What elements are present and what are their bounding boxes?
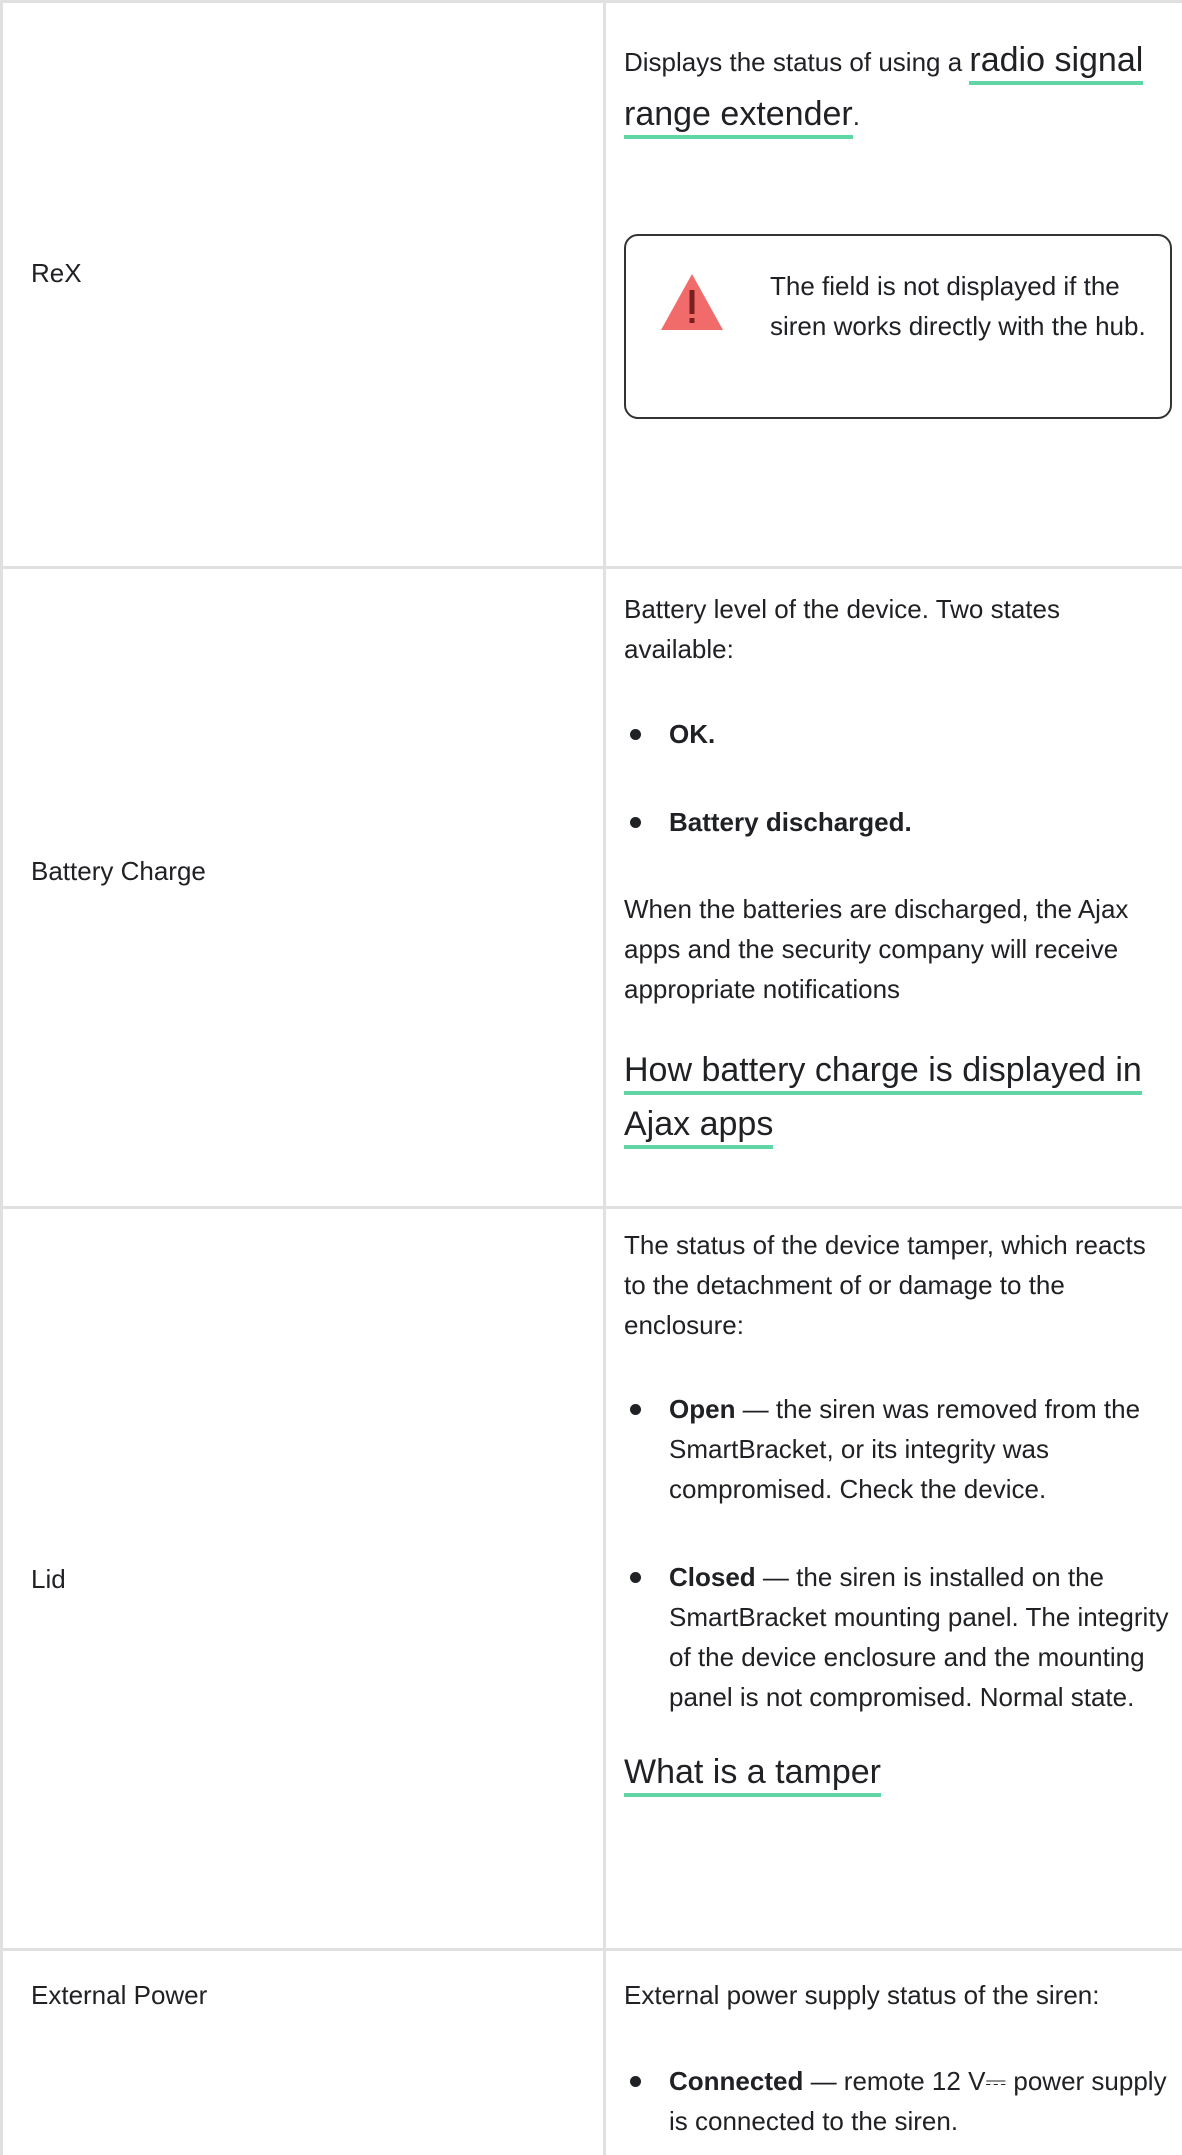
rex-desc-suffix: . xyxy=(852,101,860,131)
list-item: Connected — remote 12 V⎓ power supply is… xyxy=(624,2061,1169,2141)
lid-states-list: Open — the siren was removed from the Sm… xyxy=(624,1389,1169,1717)
list-item: Battery discharged. xyxy=(624,802,1169,842)
battery-note: When the batteries are discharged, the A… xyxy=(624,894,1129,1004)
warning-triangle-icon xyxy=(661,274,723,330)
lid-heading-link-wrap: What is a tamper xyxy=(624,1745,1169,1799)
row-label-rex: ReX xyxy=(31,258,82,288)
row-desc-battery-charge: Battery level of the device. Two states … xyxy=(624,589,1169,1151)
table-row: Lid The status of the device tamper, whi… xyxy=(0,1209,1182,1951)
row-label-battery-charge: Battery Charge xyxy=(31,856,206,886)
rex-desc-prefix: Displays the status of using a xyxy=(624,47,970,77)
warning-callout: The field is not displayed if the siren … xyxy=(624,234,1172,419)
list-item: OK. xyxy=(624,714,1169,754)
lid-intro: The status of the device tamper, which r… xyxy=(624,1230,1146,1340)
battery-states-list: OK. Battery discharged. xyxy=(624,714,1169,842)
row-desc-lid: The status of the device tamper, which r… xyxy=(624,1225,1169,1799)
power-states-list: Connected — remote 12 V⎓ power supply is… xyxy=(624,2061,1169,2141)
tamper-link[interactable]: What is a tamper xyxy=(624,1753,881,1797)
table-row: External Power External power supply sta… xyxy=(0,1951,1182,2155)
table-row: Battery Charge Battery level of the devi… xyxy=(0,569,1182,1209)
table-row: ReX Displays the status of using a radio… xyxy=(0,3,1182,569)
power-intro: External power supply status of the sire… xyxy=(624,1980,1100,2010)
battery-intro: Battery level of the device. Two states … xyxy=(624,594,1060,664)
row-desc-external-power: External power supply status of the sire… xyxy=(624,1975,1169,2141)
device-states-table: ReX Displays the status of using a radio… xyxy=(0,0,1182,2155)
battery-heading-link-wrap: How battery charge is displayed in Ajax … xyxy=(624,1043,1169,1151)
list-item: Open — the siren was removed from the Sm… xyxy=(624,1389,1169,1509)
row-label-lid: Lid xyxy=(31,1564,66,1594)
warning-text: The field is not displayed if the siren … xyxy=(770,271,1146,341)
battery-display-link[interactable]: How battery charge is displayed in Ajax … xyxy=(624,1051,1142,1149)
list-item: Closed — the siren is installed on the S… xyxy=(624,1557,1169,1717)
row-label-external-power: External Power xyxy=(31,1980,208,2010)
row-desc-rex: Displays the status of using a radio sig… xyxy=(624,33,1169,141)
